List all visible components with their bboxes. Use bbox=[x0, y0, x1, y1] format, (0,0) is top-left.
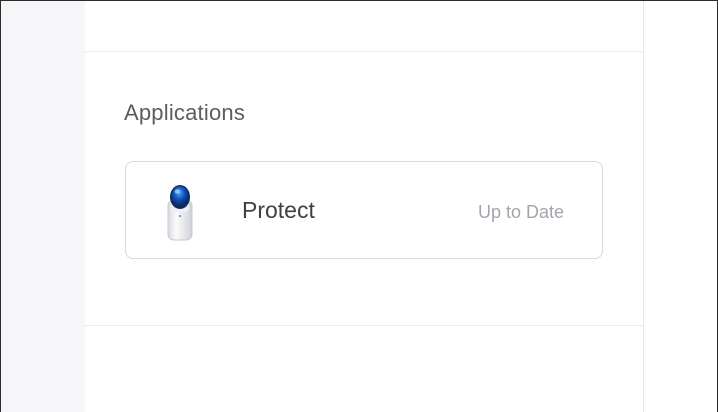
camera-icon bbox=[167, 185, 193, 241]
section-divider-bottom bbox=[85, 325, 643, 326]
left-sidebar bbox=[1, 1, 85, 412]
application-card-protect[interactable]: Protect Up to Date bbox=[125, 161, 603, 259]
application-status: Up to Date bbox=[477, 202, 564, 222]
applications-panel: Applications Protect Up to Date bbox=[85, 1, 644, 412]
section-divider-top bbox=[85, 51, 643, 52]
application-name: Protect bbox=[242, 197, 315, 223]
window-frame: Applications Protect Up to Date bbox=[0, 0, 718, 412]
applications-heading: Applications bbox=[124, 100, 246, 125]
